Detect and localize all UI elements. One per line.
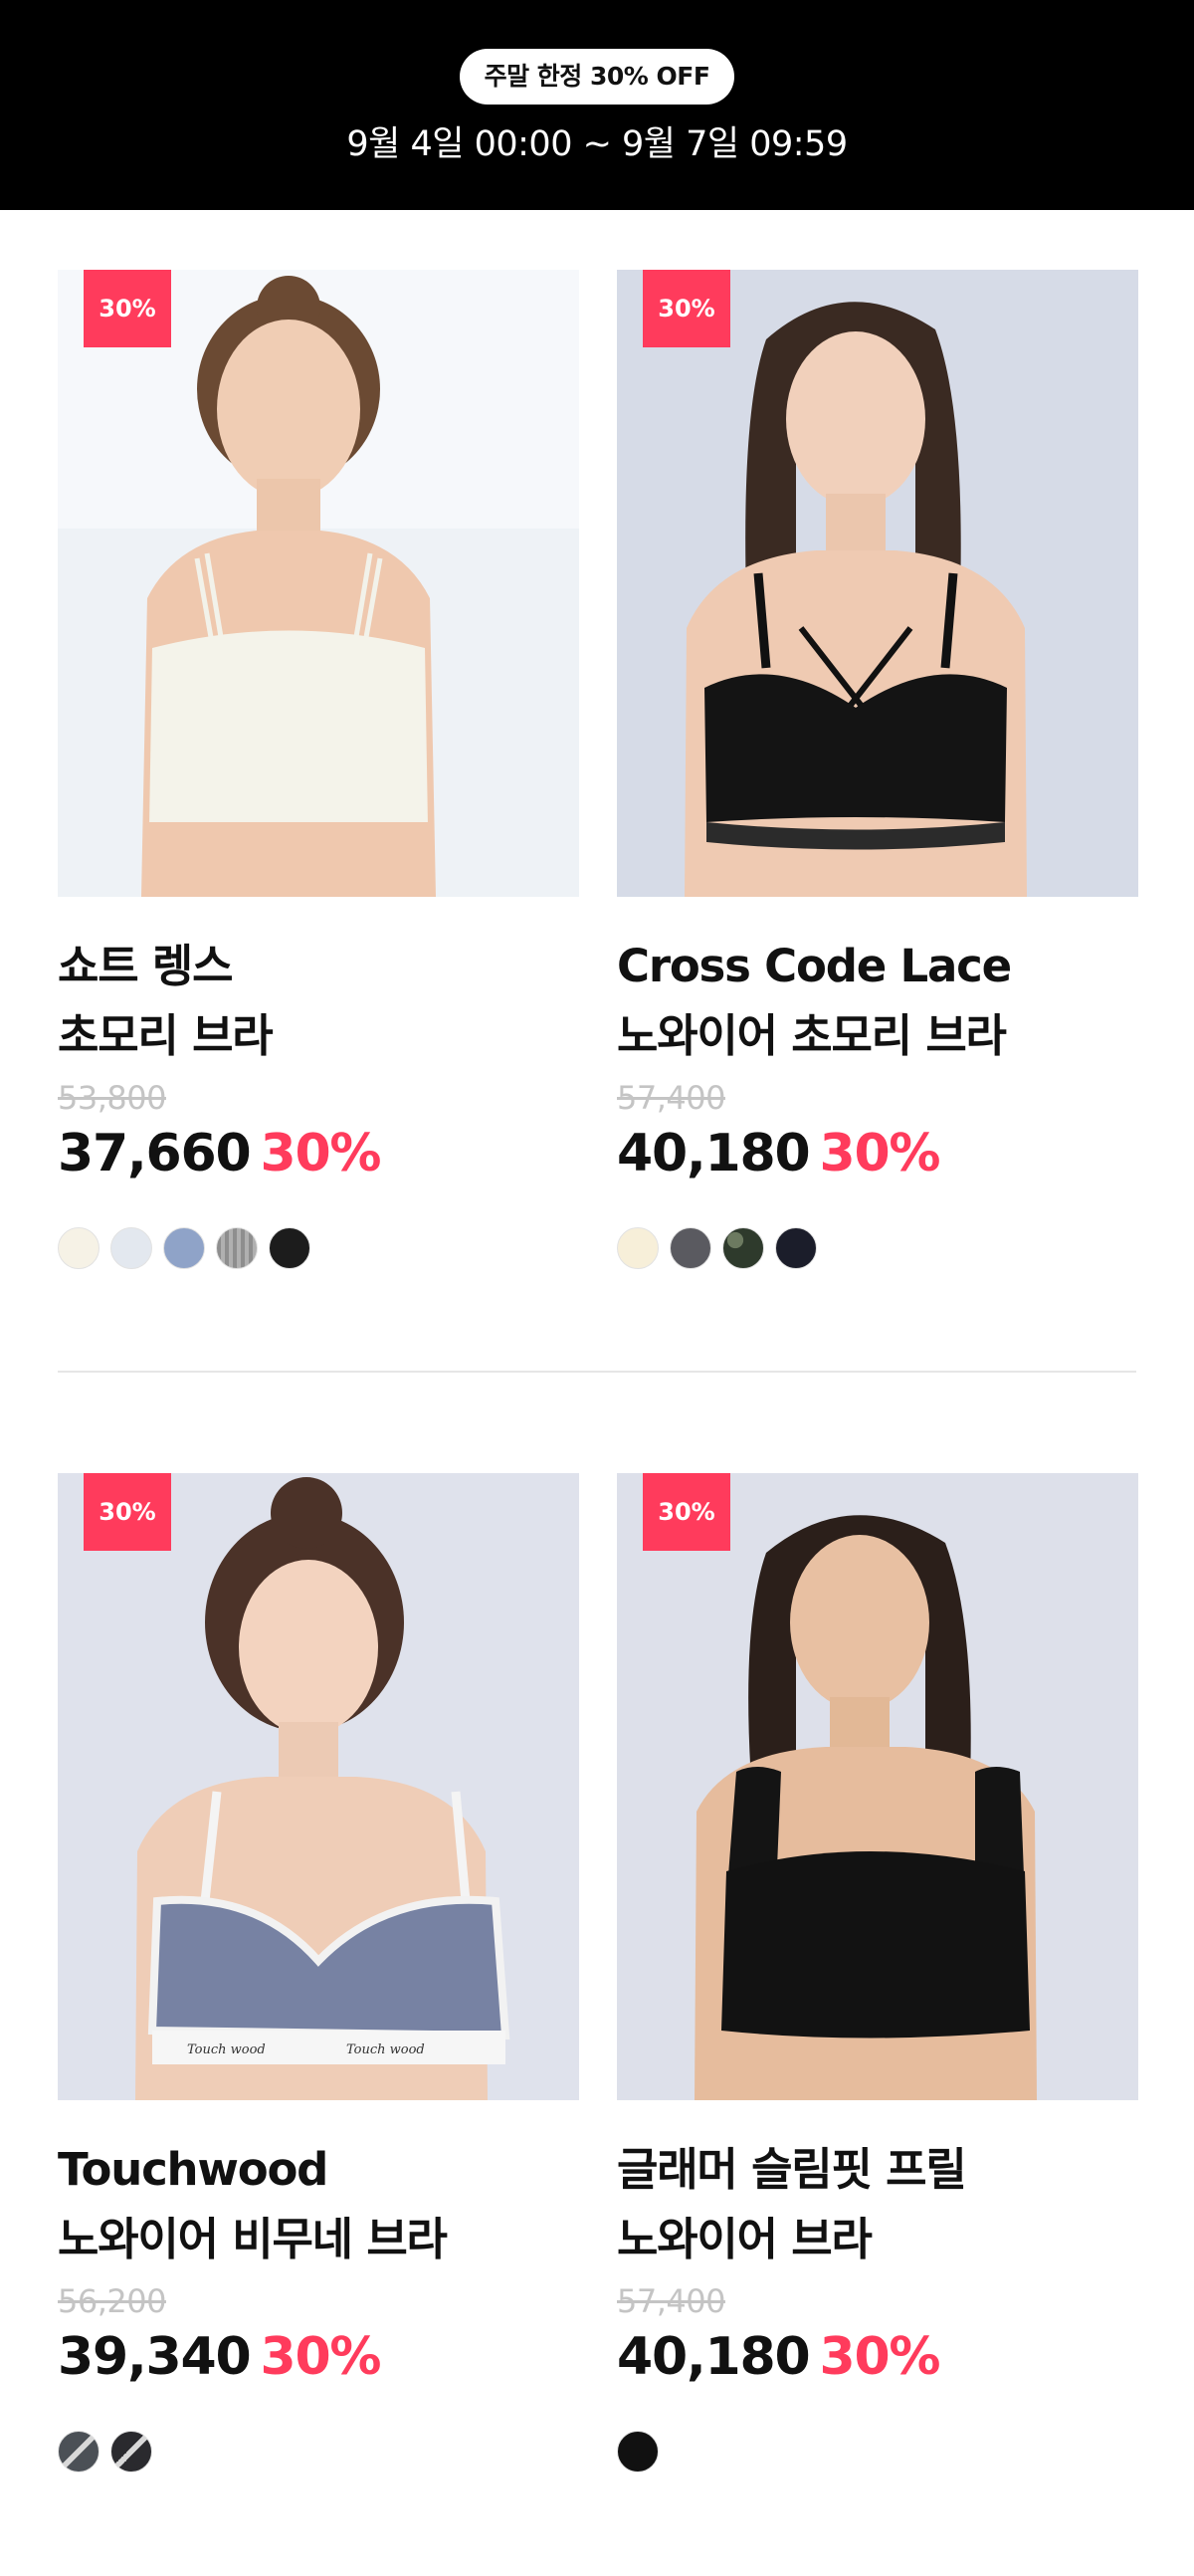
original-price: 56,200 — [58, 2282, 166, 2320]
original-price: 57,400 — [617, 2282, 725, 2320]
promo-pill: 주말 한정 30% OFF — [460, 49, 734, 105]
price-row: 40,180 30% — [617, 2325, 941, 2389]
product-card[interactable]: Touch wood Touch wood 30% Touchwood 노와이어… — [58, 1473, 579, 2508]
model-blue-gray-bra-image: Touch wood Touch wood — [58, 1473, 579, 2100]
color-swatch[interactable] — [617, 1227, 659, 1269]
color-swatch[interactable] — [58, 1227, 100, 1269]
color-swatches — [617, 2431, 670, 2474]
product-name-line1: 쇼트 렝스 — [58, 940, 233, 992]
product-name-line2: 초모리 브라 — [58, 1009, 274, 1062]
discount-badge: 30% — [84, 1473, 171, 1551]
color-swatch[interactable] — [216, 1227, 258, 1269]
sale-price: 39,340 — [58, 2327, 252, 2387]
product-image[interactable]: 30% — [617, 270, 1138, 897]
color-swatch[interactable] — [110, 2431, 152, 2472]
discount-rate: 30% — [260, 2327, 381, 2387]
discount-rate: 30% — [260, 1124, 381, 1183]
svg-text:Touch wood: Touch wood — [346, 2042, 425, 2057]
original-price: 57,400 — [617, 1079, 725, 1117]
color-swatch[interactable] — [269, 1227, 310, 1269]
product-name[interactable]: 쇼트 렝스 초모리 브라 — [58, 932, 595, 1071]
sale-price: 40,180 — [617, 1124, 811, 1183]
product-card[interactable]: 30% 글래머 슬림핏 프릴 노와이어 브라 57,400 40,180 30% — [617, 1473, 1138, 2508]
product-card[interactable]: 30% 쇼트 렝스 초모리 브라 53,800 37,660 30% — [58, 270, 579, 1305]
product-name[interactable]: Cross Code Lace 노와이어 초모리 브라 — [617, 932, 1154, 1071]
color-swatch[interactable] — [722, 1227, 764, 1269]
promo-banner: 주말 한정 30% OFF 9월 4일 00:00 ~ 9월 7일 09:59 — [0, 0, 1194, 210]
product-name-line1: Cross Code Lace — [617, 940, 1012, 992]
product-name-line1: 글래머 슬림핏 프릴 — [617, 2143, 967, 2196]
product-name[interactable]: Touchwood 노와이어 비무네 브라 — [58, 2135, 595, 2274]
product-name-line2: 노와이어 초모리 브라 — [617, 1009, 1007, 1062]
price-row: 40,180 30% — [617, 1122, 941, 1185]
product-name-line1: Touchwood — [58, 2143, 328, 2196]
price-row: 39,340 30% — [58, 2325, 382, 2389]
discount-rate: 30% — [819, 1124, 940, 1183]
sale-price: 37,660 — [58, 1124, 252, 1183]
color-swatches — [58, 1227, 321, 1271]
discount-badge: 30% — [643, 270, 730, 347]
discount-badge: 30% — [643, 1473, 730, 1551]
product-name-line2: 노와이어 브라 — [617, 2213, 873, 2265]
discount-rate: 30% — [819, 2327, 940, 2387]
svg-text:Touch wood: Touch wood — [187, 2042, 266, 2057]
model-black-frill-bra-image — [617, 1473, 1138, 2100]
product-image[interactable]: Touch wood Touch wood 30% — [58, 1473, 579, 2100]
color-swatches — [58, 2431, 163, 2474]
discount-badge: 30% — [84, 270, 171, 347]
color-swatch[interactable] — [110, 1227, 152, 1269]
section-divider — [58, 1371, 1136, 1373]
price-row: 37,660 30% — [58, 1122, 382, 1185]
product-card[interactable]: 30% Cross Code Lace 노와이어 초모리 브라 57,400 4… — [617, 270, 1138, 1305]
model-black-lace-bra-image — [617, 270, 1138, 897]
color-swatch[interactable] — [58, 2431, 100, 2472]
color-swatch[interactable] — [163, 1227, 205, 1269]
product-name[interactable]: 글래머 슬림핏 프릴 노와이어 브라 — [617, 2135, 1154, 2274]
product-image[interactable]: 30% — [617, 1473, 1138, 2100]
color-swatch[interactable] — [775, 1227, 817, 1269]
color-swatches — [617, 1227, 828, 1271]
product-image[interactable]: 30% — [58, 270, 579, 897]
color-swatch[interactable] — [670, 1227, 711, 1269]
sale-price: 40,180 — [617, 2327, 811, 2387]
original-price: 53,800 — [58, 1079, 166, 1117]
color-swatch[interactable] — [617, 2431, 659, 2472]
model-white-cami-bra-image — [58, 270, 579, 897]
product-name-line2: 노와이어 비무네 브라 — [58, 2213, 448, 2265]
promo-period: 9월 4일 00:00 ~ 9월 7일 09:59 — [346, 124, 848, 164]
